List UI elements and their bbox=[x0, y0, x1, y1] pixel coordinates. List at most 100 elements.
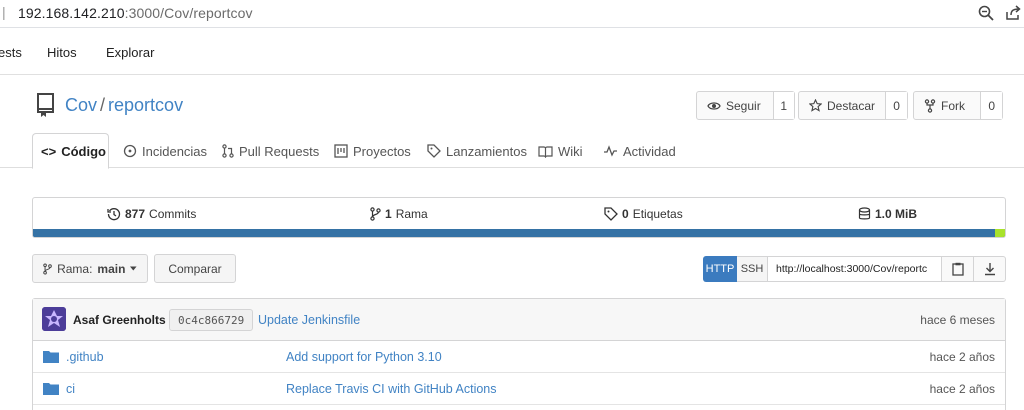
file-time: hace 2 años bbox=[929, 350, 995, 364]
tab-code-label: Código bbox=[61, 143, 106, 159]
tab-code[interactable]: <> Código bbox=[32, 133, 109, 169]
page-edge-divider: | bbox=[2, 4, 6, 20]
clone-http-button[interactable]: HTTP bbox=[703, 256, 737, 282]
download-icon bbox=[984, 263, 995, 276]
tab-projects[interactable]: Proyectos bbox=[326, 133, 419, 169]
clipboard-icon bbox=[951, 262, 964, 276]
nav-item-explore[interactable]: Explorar bbox=[106, 45, 154, 60]
url-host: 192.168.142.210 bbox=[18, 5, 125, 21]
tab-pull-requests-label: Pull Requests bbox=[239, 143, 320, 159]
repo-icon bbox=[37, 93, 54, 117]
file-name-link[interactable]: ci bbox=[66, 382, 75, 396]
clone-ssh-button[interactable]: SSH bbox=[737, 256, 768, 282]
tags-stat[interactable]: 0 Etiquetas bbox=[604, 207, 683, 221]
tag-icon bbox=[427, 144, 441, 158]
tags-label: Etiquetas bbox=[632, 207, 683, 221]
avatar[interactable] bbox=[42, 307, 66, 331]
watch-button[interactable]: Seguir 1 bbox=[696, 91, 795, 120]
star-count[interactable]: 0 bbox=[885, 92, 907, 119]
clone-panel: HTTP SSH http://localhost:3000/Cov/repor… bbox=[703, 256, 1006, 282]
commits-count: 877 bbox=[125, 207, 146, 221]
clone-url-input[interactable]: http://localhost:3000/Cov/reportc bbox=[768, 256, 942, 282]
table-row[interactable]: .github Add support for Python 3.10 hace… bbox=[33, 341, 1005, 373]
branch-icon bbox=[43, 262, 52, 275]
eye-icon bbox=[707, 101, 721, 110]
repo-title: Cov / reportcov bbox=[65, 95, 183, 116]
commit-author[interactable]: Asaf Greenholts bbox=[73, 313, 166, 327]
language-bar[interactable] bbox=[33, 229, 1005, 237]
tag-icon bbox=[604, 207, 618, 221]
tab-wiki-label: Wiki bbox=[558, 143, 583, 159]
folder-icon bbox=[43, 351, 59, 363]
tab-releases[interactable]: Lanzamientos bbox=[419, 133, 535, 169]
file-table: Asaf Greenholts 0c4c866729 Update Jenkin… bbox=[32, 298, 1006, 410]
tags-count: 0 bbox=[622, 207, 629, 221]
zoom-icon[interactable] bbox=[977, 4, 995, 22]
repo-stats: 877 Commits 1 Rama 0 Etiquetas 1.0 MiB bbox=[32, 197, 1006, 238]
folder-icon bbox=[43, 383, 59, 395]
star-button[interactable]: Destacar 0 bbox=[798, 91, 908, 120]
size-stat: 1.0 MiB bbox=[858, 207, 917, 221]
branch-prefix: Rama: bbox=[57, 261, 93, 276]
language-bar-python bbox=[33, 229, 996, 237]
commits-label: Commits bbox=[149, 207, 197, 221]
star-label: Destacar bbox=[827, 98, 876, 113]
book-icon bbox=[538, 145, 553, 158]
repo-separator: / bbox=[100, 95, 106, 115]
fork-count[interactable]: 0 bbox=[980, 92, 1002, 119]
compare-button[interactable]: Comparar bbox=[154, 254, 236, 283]
commit-time: hace 6 meses bbox=[920, 313, 995, 327]
file-name-link[interactable]: .github bbox=[66, 350, 104, 364]
copy-url-button[interactable] bbox=[942, 256, 974, 282]
share-icon[interactable] bbox=[1004, 4, 1022, 22]
tab-pull-requests[interactable]: Pull Requests bbox=[214, 133, 327, 169]
tab-issues[interactable]: Incidencias bbox=[115, 133, 215, 169]
download-button[interactable] bbox=[974, 256, 1006, 282]
fork-button[interactable]: Fork 0 bbox=[913, 91, 1003, 120]
nav-item-requests[interactable]: ests bbox=[0, 45, 22, 60]
compare-label: Comparar bbox=[168, 261, 222, 276]
issue-icon bbox=[123, 144, 137, 158]
commits-stat[interactable]: 877 Commits bbox=[107, 207, 196, 221]
file-commit-link[interactable]: Replace Travis CI with GitHub Actions bbox=[286, 382, 497, 396]
watch-count[interactable]: 1 bbox=[772, 92, 794, 119]
table-row[interactable]: ci Replace Travis CI with GitHub Actions… bbox=[33, 373, 1005, 405]
branch-dropdown[interactable]: Rama: main bbox=[32, 254, 148, 283]
caret-down-icon bbox=[130, 266, 137, 271]
commit-sha-button[interactable]: 0c4c866729 bbox=[169, 309, 254, 331]
pull-request-icon bbox=[222, 144, 234, 158]
watch-label: Seguir bbox=[726, 98, 761, 113]
repo-size: 1.0 MiB bbox=[875, 207, 918, 221]
language-bar-other bbox=[995, 229, 1005, 237]
url-path: :3000/Cov/reportcov bbox=[124, 5, 253, 21]
code-icon: <> bbox=[41, 143, 57, 159]
top-navigation: ests Hitos Explorar bbox=[0, 29, 1024, 75]
commit-message-link[interactable]: Update Jenkinsfile bbox=[258, 313, 360, 327]
nav-item-milestones[interactable]: Hitos bbox=[47, 45, 77, 60]
repo-owner-link[interactable]: Cov bbox=[65, 95, 97, 115]
pulse-icon bbox=[604, 145, 617, 157]
branch-icon bbox=[370, 207, 381, 221]
tab-projects-label: Proyectos bbox=[353, 143, 411, 159]
tab-issues-label: Incidencias bbox=[142, 143, 208, 159]
latest-commit-row: Asaf Greenholts 0c4c866729 Update Jenkin… bbox=[33, 299, 1005, 341]
tab-releases-label: Lanzamientos bbox=[446, 143, 527, 159]
fork-label: Fork bbox=[941, 98, 965, 113]
tab-activity-label: Actividad bbox=[623, 143, 676, 159]
tab-activity[interactable]: Actividad bbox=[595, 133, 684, 169]
star-icon bbox=[809, 99, 822, 112]
browser-address-bar: | 192.168.142.210:3000/Cov/reportcov bbox=[0, 0, 1024, 28]
history-icon bbox=[107, 208, 121, 221]
repo-name-link[interactable]: reportcov bbox=[108, 95, 183, 115]
project-icon bbox=[334, 144, 348, 158]
branches-count: 1 bbox=[385, 207, 392, 221]
database-icon bbox=[858, 207, 871, 220]
fork-icon bbox=[924, 98, 936, 113]
url-field[interactable]: 192.168.142.210:3000/Cov/reportcov bbox=[18, 5, 253, 21]
branches-label: Rama bbox=[395, 207, 428, 221]
branch-name: main bbox=[97, 261, 126, 276]
file-time: hace 2 años bbox=[929, 382, 995, 396]
file-commit-link[interactable]: Add support for Python 3.10 bbox=[286, 350, 442, 364]
tab-wiki[interactable]: Wiki bbox=[530, 133, 591, 169]
branches-stat[interactable]: 1 Rama bbox=[370, 207, 428, 221]
